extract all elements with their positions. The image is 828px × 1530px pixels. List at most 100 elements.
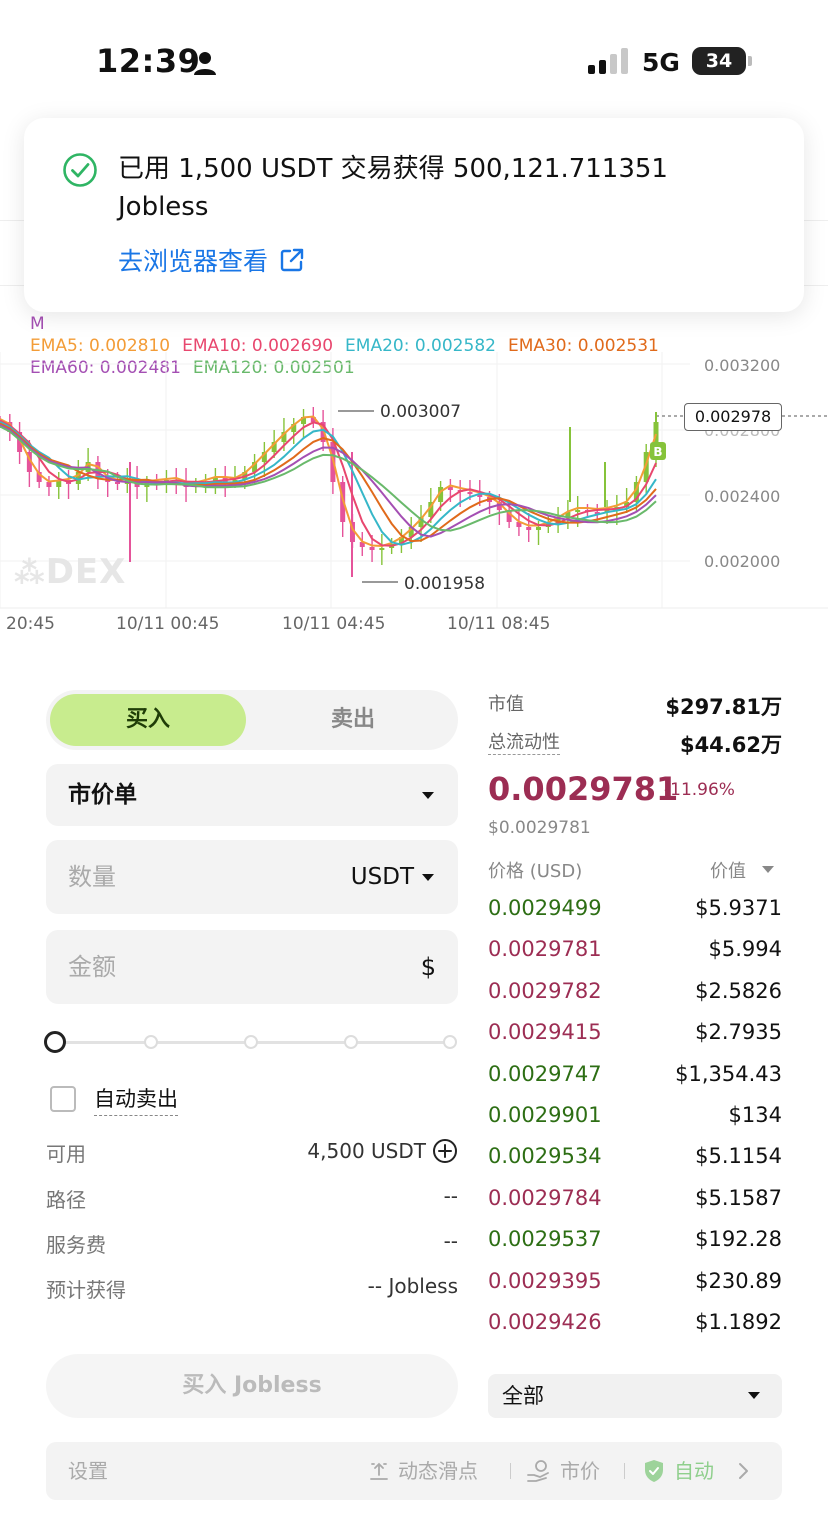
- person-icon: [194, 52, 216, 75]
- fee-label: 服务费: [46, 1233, 106, 1257]
- chevron-right-icon[interactable]: [736, 1462, 750, 1480]
- market-cap-label: 市值: [488, 694, 524, 715]
- market-cap-value: $297.81万: [665, 695, 782, 719]
- external-link-icon: [280, 248, 304, 272]
- quantity-input[interactable]: [68, 840, 318, 914]
- trade-row-price: 0.0029747: [488, 1061, 602, 1086]
- dynamic-slippage[interactable]: 动态滑点: [368, 1442, 478, 1500]
- low-price-note: 0.001958: [404, 574, 486, 594]
- price-mode[interactable]: 市价: [526, 1442, 600, 1500]
- fee-row: 服务费 --: [46, 1229, 458, 1261]
- liquidity-label[interactable]: 总流动性: [488, 728, 560, 755]
- candle-body: [379, 548, 385, 550]
- separator: [510, 1463, 511, 1479]
- trade-row-price: 0.0029537: [488, 1227, 602, 1252]
- buy-jobless-button[interactable]: 买入 Jobless: [46, 1354, 458, 1418]
- trade-row-price: 0.0029415: [488, 1020, 602, 1045]
- view-in-browser-link[interactable]: 去浏览器查看: [118, 242, 306, 278]
- auto-sell-checkbox[interactable]: [50, 1086, 76, 1112]
- success-toast: 已用 1,500 USDT 交易获得 500,121.711351 Jobles…: [24, 118, 804, 312]
- tab-buy[interactable]: 买入: [50, 694, 246, 746]
- candle-body: [536, 527, 542, 530]
- trade-row-price: 0.0029781: [488, 937, 602, 962]
- slider-step-dot[interactable]: [244, 1035, 258, 1049]
- order-type-select[interactable]: 市价单: [46, 764, 458, 826]
- fee-value: --: [443, 1229, 458, 1253]
- auto-mode-label: 自动: [674, 1459, 714, 1483]
- route-row: 路径 --: [46, 1184, 458, 1216]
- trade-row-price: 0.0029395: [488, 1268, 602, 1293]
- slider-step-dot[interactable]: [443, 1035, 457, 1049]
- trade-filter-select[interactable]: 全部: [488, 1374, 782, 1418]
- caret-down-icon: [422, 792, 434, 799]
- trade-row-price: 0.0029784: [488, 1185, 602, 1210]
- slider-step-dot[interactable]: [344, 1035, 358, 1049]
- view-in-browser-label: 去浏览器查看: [118, 247, 269, 276]
- time-axis-label: 10/11 04:45: [282, 614, 386, 634]
- col-value-header[interactable]: 价值: [710, 857, 774, 883]
- separator: [624, 1463, 625, 1479]
- candle-body: [575, 510, 581, 512]
- trade-row-value: $1.1892: [695, 1310, 782, 1334]
- dex-watermark: ⁂DEX: [14, 552, 127, 592]
- slippage-icon: [370, 1462, 388, 1480]
- usd-price: $0.0029781: [488, 818, 591, 838]
- trade-row-value: $1,354.43: [675, 1061, 782, 1086]
- price-axis-label: 0.002000: [704, 552, 781, 571]
- price-axis-label: 0.003200: [704, 356, 781, 375]
- time-axis-label: 10/11 00:45: [116, 614, 220, 634]
- battery-icon: 34: [692, 47, 746, 75]
- trade-row-value: $134: [728, 1103, 782, 1127]
- settings-label: 设置: [68, 1459, 108, 1483]
- expected-label: 预计获得: [46, 1278, 126, 1302]
- status-bar: 12:39 5G 34: [0, 0, 828, 110]
- candle-body: [467, 492, 473, 494]
- dynamic-slippage-label: 动态滑点: [398, 1459, 478, 1483]
- candle-body: [369, 547, 375, 550]
- trade-row-value: $5.1154: [695, 1144, 782, 1169]
- add-funds-icon[interactable]: [432, 1138, 458, 1164]
- quantity-unit-select[interactable]: USDT: [351, 840, 414, 914]
- liquidity-value: $44.62万: [679, 733, 782, 757]
- trade-row-value: $5.1587: [695, 1185, 782, 1210]
- trade-row-value: $2.5826: [695, 978, 782, 1003]
- price-mode-label: 市价: [560, 1459, 600, 1483]
- trade-row-price: 0.0029534: [488, 1144, 602, 1169]
- current-price-tag: 0.002978: [684, 403, 782, 431]
- time-axis-label: 10/11 08:45: [447, 614, 551, 634]
- trade-filter-label: 全部: [502, 1384, 544, 1408]
- amount-slider-handle[interactable]: [44, 1031, 66, 1053]
- trade-row-value: $5.9371: [695, 896, 782, 920]
- amount-input[interactable]: [68, 930, 318, 1004]
- caret-down-icon: [748, 1392, 760, 1399]
- tab-sell[interactable]: 卖出: [252, 694, 454, 746]
- settings-bar[interactable]: 设置 动态滑点 市价 自动: [46, 1442, 782, 1500]
- network-label: 5G: [642, 48, 680, 77]
- check-circle-icon: [63, 153, 97, 187]
- candle-body: [526, 527, 532, 530]
- amount-unit: $: [420, 953, 436, 981]
- amount-field[interactable]: $: [46, 930, 458, 1004]
- time-axis-label: 20:45: [6, 614, 55, 634]
- quantity-field[interactable]: USDT: [46, 840, 458, 914]
- shield-check-icon: [645, 1460, 663, 1482]
- buy-sell-tabs: 买入 卖出: [46, 690, 458, 750]
- route-label: 路径: [46, 1188, 86, 1212]
- price-axis-label: 0.002400: [704, 487, 781, 506]
- slider-step-dot[interactable]: [144, 1035, 158, 1049]
- auto-sell-label[interactable]: 自动卖出: [94, 1083, 178, 1116]
- status-time: 12:39: [96, 42, 201, 80]
- signal-icon: [588, 48, 628, 74]
- high-price-note: 0.003007: [380, 402, 462, 422]
- battery-level: 34: [705, 50, 733, 72]
- trade-row-value: $5.994: [708, 937, 782, 962]
- expected-row: 预计获得 -- Jobless: [46, 1274, 458, 1306]
- trade-row-price: 0.0029782: [488, 978, 602, 1003]
- hand-coin-icon: [527, 1460, 549, 1482]
- available-row: 可用 4,500 USDT: [46, 1138, 458, 1170]
- auto-mode[interactable]: 自动: [642, 1442, 714, 1500]
- route-value: --: [443, 1184, 458, 1208]
- col-value-label: 价值: [710, 861, 746, 882]
- current-price: 0.0029781: [488, 770, 679, 808]
- caret-down-icon: [422, 874, 434, 881]
